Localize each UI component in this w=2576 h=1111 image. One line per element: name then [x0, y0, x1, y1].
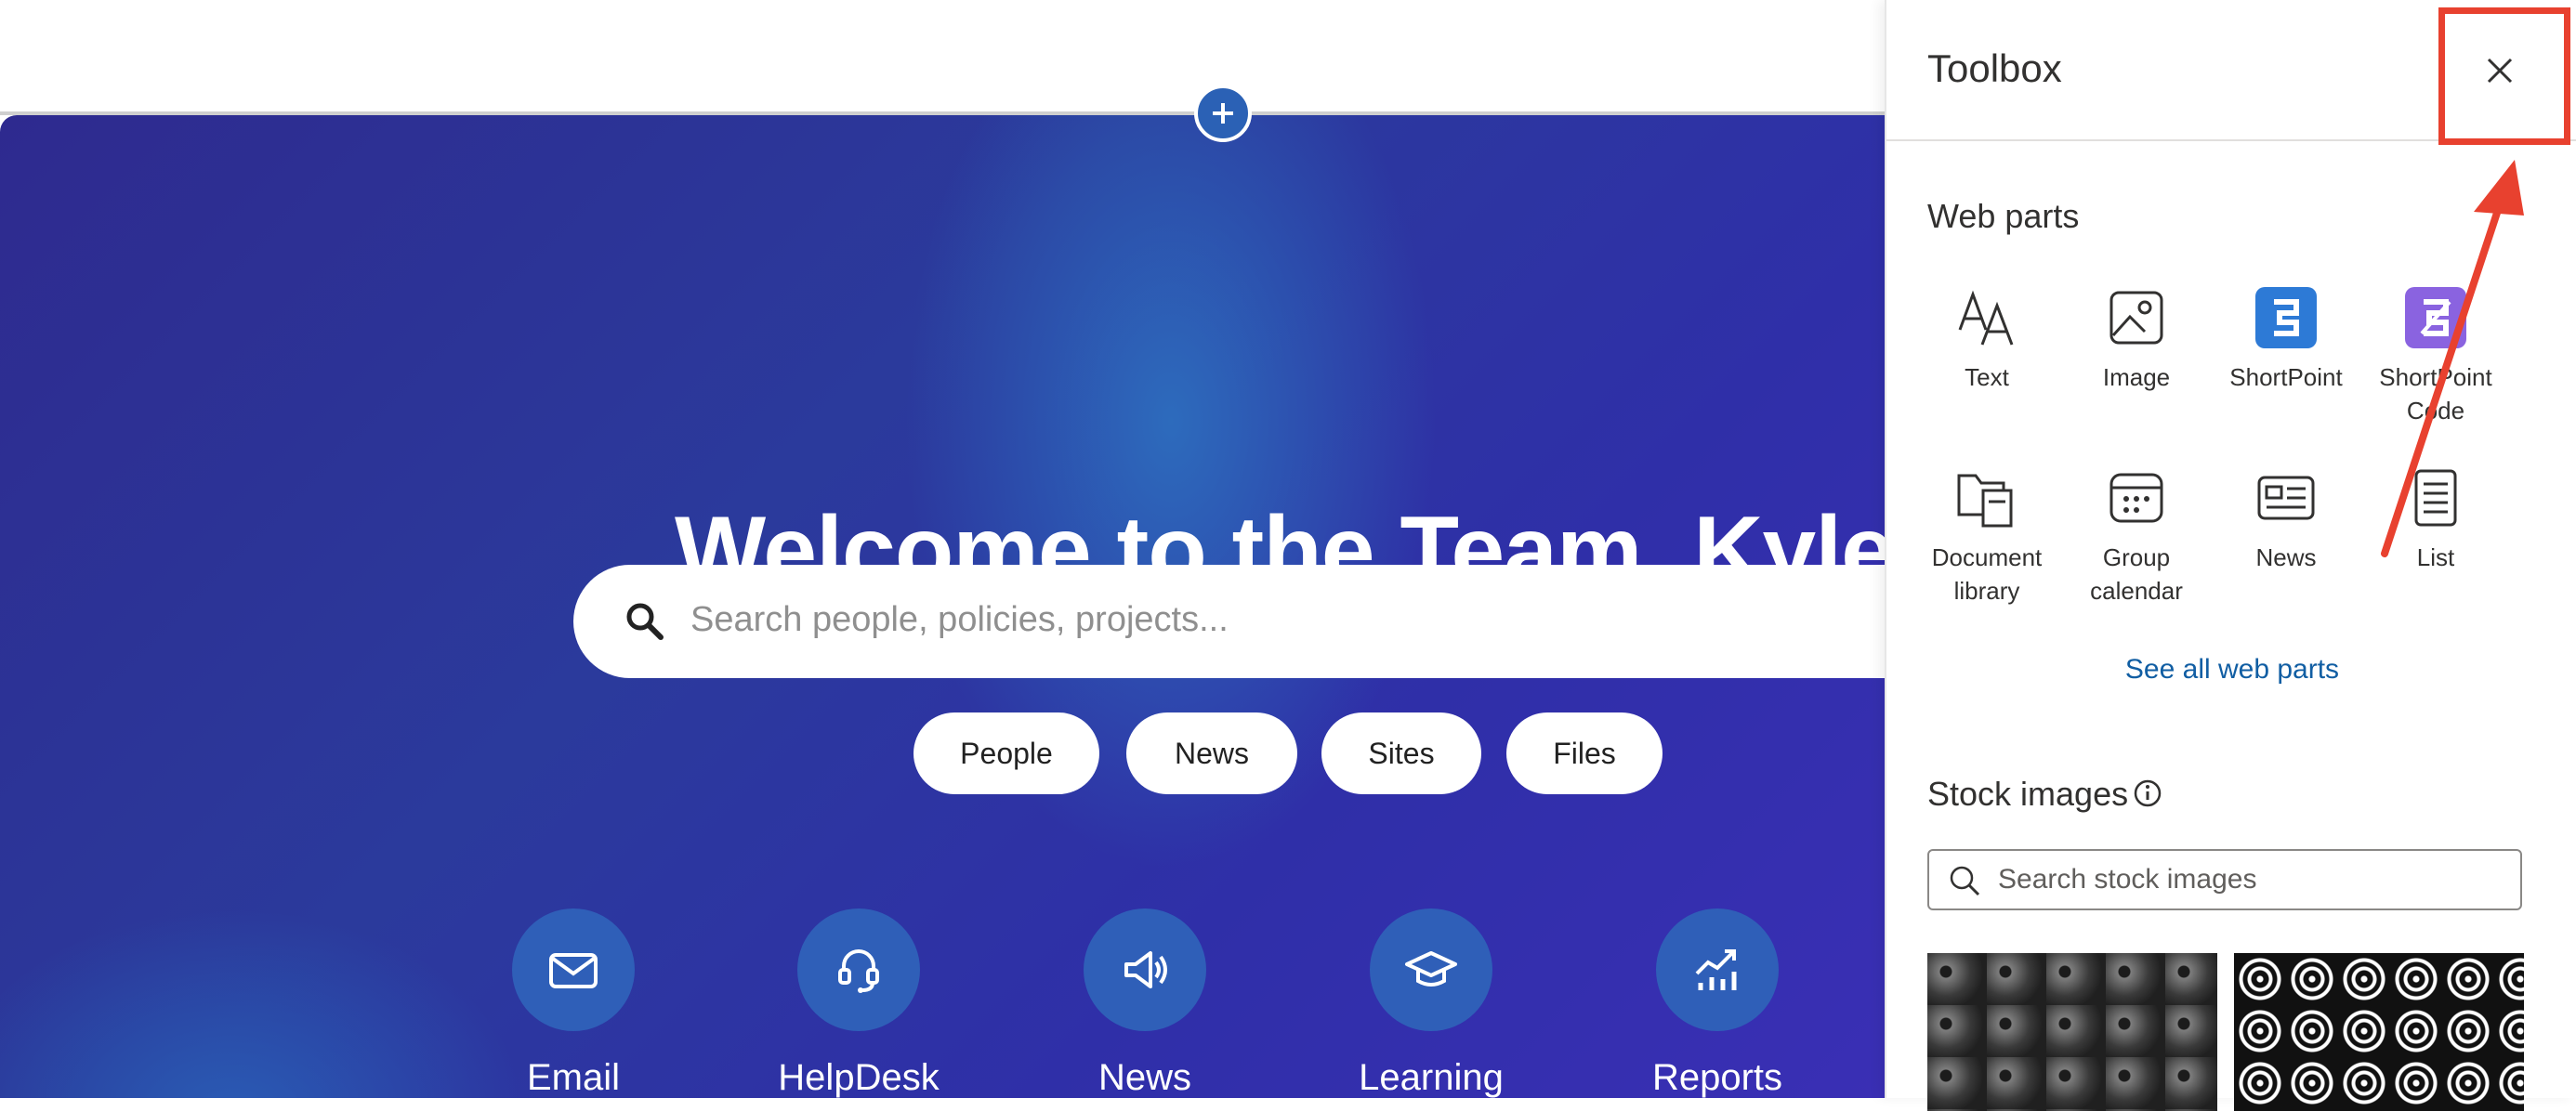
annotation-arrow	[2381, 160, 2524, 557]
